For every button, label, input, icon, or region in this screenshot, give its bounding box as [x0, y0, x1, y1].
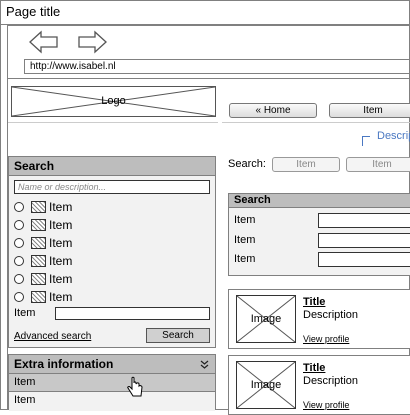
page-title: Page title [6, 4, 61, 19]
field-input[interactable] [318, 233, 410, 248]
title-bar: Page title [0, 0, 410, 25]
image-icon [31, 255, 46, 267]
view-profile-link[interactable]: View profile [303, 334, 349, 344]
search-tab[interactable]: Item [272, 157, 340, 172]
field-input[interactable] [318, 252, 410, 267]
logo-text: Logo [101, 95, 126, 107]
description-connector [362, 136, 363, 146]
radio-button[interactable] [14, 292, 24, 302]
header-divider-right [222, 122, 410, 123]
radio-item[interactable]: Item [14, 236, 134, 254]
radio-item[interactable]: Item [14, 254, 134, 272]
image-icon [31, 273, 46, 285]
search-panel-title: Search [9, 157, 215, 176]
radio-button[interactable] [14, 256, 24, 266]
arrow-right-icon[interactable] [77, 30, 107, 54]
extra-info-item[interactable]: Item [9, 392, 215, 411]
search-tab[interactable]: Item [346, 157, 410, 172]
result-title-link[interactable]: Title [303, 362, 325, 374]
extra-info-item-label: Item [14, 394, 36, 406]
extra-info-item-label: Item [14, 376, 36, 388]
result-card[interactable]: Image Title Description View profile [228, 289, 410, 349]
radio-button[interactable] [14, 274, 24, 284]
view-profile-link[interactable]: View profile [303, 400, 349, 410]
arrow-left-icon[interactable] [29, 30, 59, 54]
radio-item[interactable]: Item [14, 200, 134, 218]
item-field-input[interactable] [55, 307, 210, 320]
radio-item[interactable]: Item [14, 218, 134, 236]
advanced-search-link[interactable]: Advanced search [14, 331, 91, 342]
radio-item-label: Item [49, 290, 73, 304]
image-icon [31, 201, 46, 213]
field-label: Item [234, 214, 256, 226]
image-icon [31, 291, 46, 303]
radio-item[interactable]: Item [14, 290, 134, 308]
search-panel: Search Name or description... Item Item … [8, 156, 216, 348]
right-search-title: Search [229, 194, 410, 208]
item-field-label: Item [14, 307, 36, 319]
extra-info-title: Extra information [9, 355, 215, 374]
extra-info-title-text: Extra information [14, 357, 114, 371]
radio-item[interactable]: Item [14, 272, 134, 290]
search-input[interactable]: Name or description... [14, 180, 210, 194]
description-connector-tick [362, 136, 370, 137]
radio-item-label: Item [49, 218, 73, 232]
hand-pointer-icon [127, 376, 143, 397]
result-description: Description [303, 309, 359, 321]
result-image: Image [236, 295, 296, 343]
radio-item-label: Item [49, 200, 73, 214]
radio-button[interactable] [14, 202, 24, 212]
radio-item-label: Item [49, 236, 73, 250]
result-image-label: Image [250, 313, 282, 325]
radio-button[interactable] [14, 220, 24, 230]
extra-info-item[interactable]: Item [9, 374, 215, 392]
field-input[interactable] [318, 213, 410, 228]
result-image: Image [236, 361, 296, 409]
extra-info-panel: Extra information Item Item [8, 354, 216, 411]
url-input[interactable]: http://www.isabel.nl [24, 59, 410, 74]
radio-button[interactable] [14, 238, 24, 248]
right-search-panel: Search Item Item Item [228, 193, 410, 276]
nav-item-button[interactable]: Item [329, 103, 410, 118]
search-bar-label: Search: [228, 158, 266, 170]
field-label: Item [234, 234, 256, 246]
double-chevron-down-icon[interactable] [200, 360, 209, 369]
header-divider-left [8, 122, 218, 123]
field-label: Item [234, 253, 256, 265]
radio-item-label: Item [49, 272, 73, 286]
image-icon [31, 219, 46, 231]
image-icon [31, 237, 46, 249]
description-link[interactable]: Descrip [377, 130, 410, 142]
result-image-label: Image [250, 379, 282, 391]
nav-home-button[interactable]: « Home [229, 103, 317, 118]
search-button[interactable]: Search [146, 328, 210, 343]
result-description: Description [303, 375, 359, 387]
result-title-link[interactable]: Title [303, 296, 325, 308]
result-card[interactable]: Image Title Description View profile [228, 355, 410, 415]
logo: Logo [11, 86, 216, 117]
radio-item-label: Item [49, 254, 73, 268]
toolbar-divider [8, 78, 410, 79]
